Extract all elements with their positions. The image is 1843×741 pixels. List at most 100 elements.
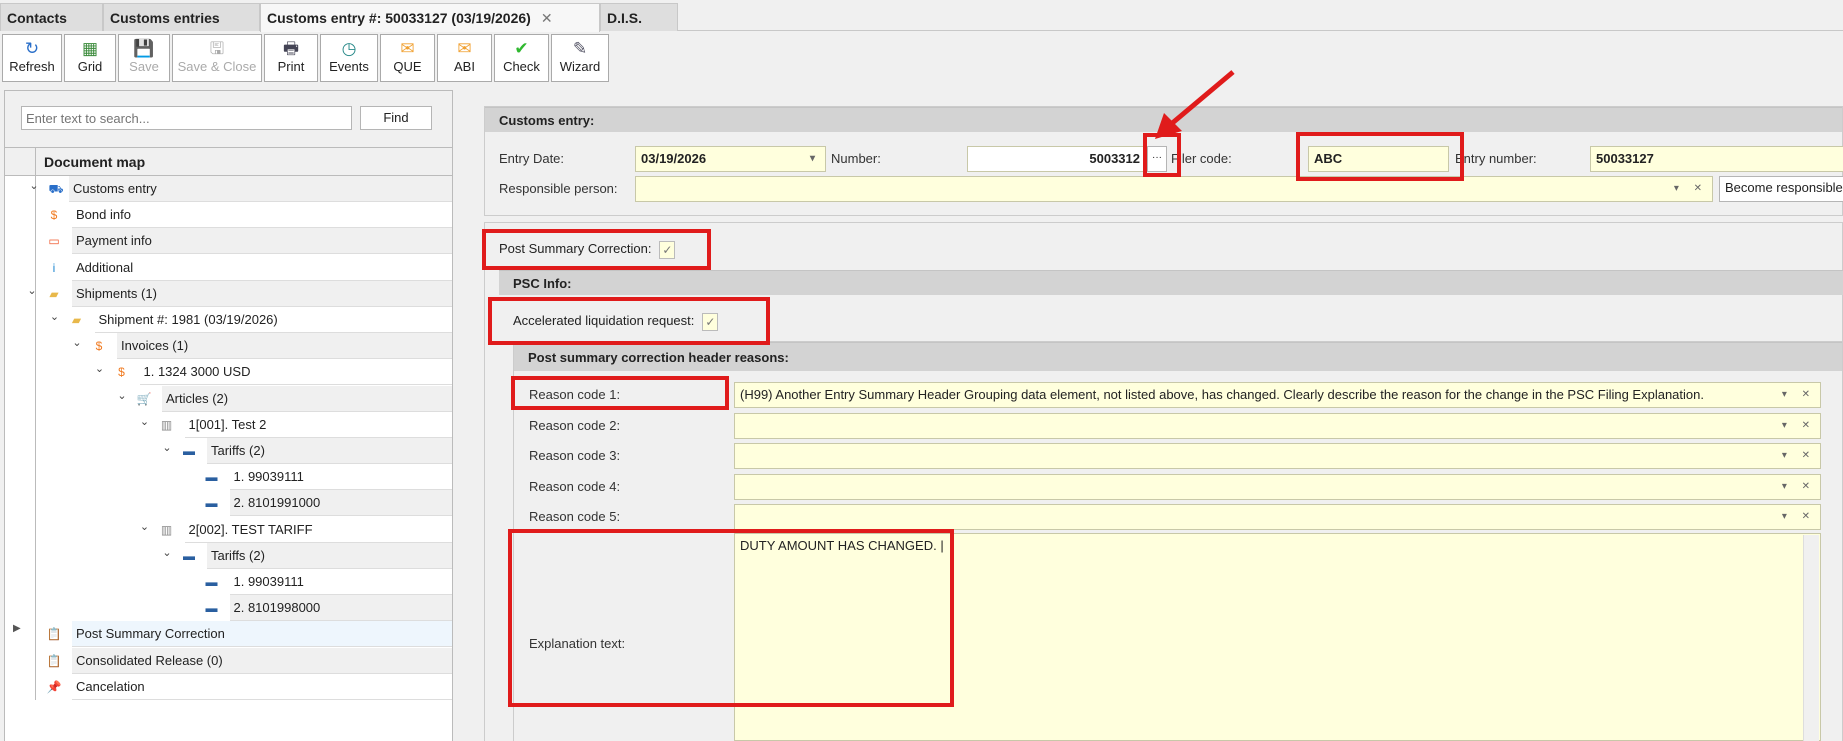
tree-item-icon: ▥	[158, 521, 176, 539]
dropdown-clear-icons[interactable]: ▾ ✕	[1782, 383, 1816, 407]
entry-date-value: 03/19/2026	[641, 151, 706, 166]
tree-item-label: Articles (2)	[162, 386, 452, 412]
check-button[interactable]: ✔Check	[494, 34, 549, 82]
responsible-person-label: Responsible person:	[499, 176, 618, 202]
reason-code-field[interactable]: (H99) Another Entry Summary Header Group…	[734, 382, 1821, 408]
tree-item-label: 2. 8101991000	[230, 490, 453, 516]
tree-item[interactable]: 📌Cancelation	[35, 674, 452, 700]
reason-code-label: Reason code 4:	[529, 474, 620, 500]
chevron-down-icon[interactable]: ⌄	[138, 415, 152, 428]
chevron-down-icon[interactable]: ⌄	[93, 362, 107, 375]
save-icon: 💾	[119, 39, 169, 59]
chevron-down-icon[interactable]: ⌄	[115, 389, 129, 402]
tab-contacts[interactable]: Contacts	[0, 3, 103, 31]
chevron-down-icon[interactable]: ⌄	[48, 310, 62, 323]
que-button[interactable]: ✉QUE	[380, 34, 435, 82]
chevron-down-icon[interactable]: ⌄	[160, 546, 174, 559]
tree-item[interactable]: $Bond info	[35, 202, 452, 228]
psc-reasons-header: Post summary correction header reasons:	[514, 342, 1842, 371]
tree-item[interactable]: ▬1. 99039111	[35, 569, 452, 595]
explanation-scrollbar[interactable]	[1803, 535, 1819, 741]
events-button[interactable]: ◷Events	[320, 34, 378, 82]
tree-item[interactable]: ▭Payment info	[35, 228, 452, 254]
chevron-down-icon[interactable]: ▾	[810, 147, 821, 171]
tree-item-icon: ▬	[180, 442, 198, 460]
tree-item[interactable]: ▬2. 8101998000	[35, 595, 452, 621]
button-label: Grid	[78, 59, 103, 74]
tree-item-icon: 🛒	[135, 390, 153, 408]
tree-item-icon: 📋	[45, 625, 63, 643]
reason-code-field[interactable]: ▾ ✕	[734, 504, 1821, 530]
abi-button[interactable]: ✉ABI	[437, 34, 492, 82]
reason-code-value: (H99) Another Entry Summary Header Group…	[740, 387, 1704, 402]
tree-item-icon: $	[90, 337, 108, 355]
tree-item-label: Invoices (1)	[117, 333, 452, 359]
dropdown-clear-icons[interactable]: ▾ ✕	[1782, 505, 1816, 529]
button-label: Events	[329, 59, 369, 74]
tree-item[interactable]: iAdditional	[35, 255, 452, 281]
annotation-box	[511, 376, 729, 410]
tree-item[interactable]: ⌄▰Shipments (1)	[35, 281, 452, 307]
tree-item-label: Payment info	[72, 228, 452, 254]
dropdown-clear-icons[interactable]: ▾ ✕	[1782, 444, 1816, 468]
tree-item-label: Bond info	[72, 202, 452, 228]
reason-code-field[interactable]: ▾ ✕	[734, 474, 1821, 500]
chevron-down-icon[interactable]: ⌄	[25, 284, 39, 297]
tree-item[interactable]: ⌄⛟Customs entry	[35, 176, 452, 202]
tab-customs-entries[interactable]: Customs entries	[103, 3, 260, 31]
chevron-down-icon[interactable]: ⌄	[160, 441, 174, 454]
number-field[interactable]: 5003312	[967, 146, 1146, 172]
tab-customs-entry[interactable]: Customs entry #: 50033127 (03/19/2026) ✕	[260, 3, 600, 32]
tab-dis[interactable]: D.I.S.	[600, 3, 678, 31]
tree-item-icon: ▰	[68, 311, 86, 329]
chevron-down-icon[interactable]: ⌄	[27, 179, 41, 192]
dropdown-clear-icons[interactable]: ▾ ✕	[1782, 475, 1816, 499]
grid-button[interactable]: ▦Grid	[64, 34, 116, 82]
tree-item-icon: 📋	[45, 652, 63, 670]
find-button[interactable]: Find	[360, 106, 432, 130]
search-input[interactable]	[21, 106, 352, 130]
save-close-button[interactable]: 🖫Save & Close	[172, 34, 262, 82]
tree-item-icon: ▬	[203, 599, 221, 617]
tree-item[interactable]: ⌄▬Tariffs (2)	[35, 438, 452, 464]
save-close-icon: 🖫	[173, 39, 261, 59]
print-button[interactable]: 🖶Print	[264, 34, 318, 82]
entry-date-label: Entry Date:	[499, 146, 564, 172]
wizard-button[interactable]: ✎Wizard	[551, 34, 609, 82]
tree-item[interactable]: 📋Post Summary Correction	[35, 621, 452, 647]
tree-item-label: 1. 99039111	[230, 464, 453, 490]
tree-item[interactable]: ⌄▬Tariffs (2)	[35, 543, 452, 569]
reason-code-field[interactable]: ▾ ✕	[734, 443, 1821, 469]
close-icon[interactable]: ✕	[541, 10, 553, 26]
tree-item[interactable]: ⌄▥1[001]. Test 2	[35, 412, 452, 438]
entry-number-label: Entry number:	[1455, 146, 1537, 172]
save-button[interactable]: 💾Save	[118, 34, 170, 82]
refresh-button[interactable]: ↻Refresh	[2, 34, 62, 82]
tree-item[interactable]: ⌄▰Shipment #: 1981 (03/19/2026)	[35, 307, 452, 333]
chevron-down-icon[interactable]: ⌄	[138, 520, 152, 533]
tree-item[interactable]: 📋Consolidated Release (0)	[35, 648, 452, 674]
dropdown-clear-icons[interactable]: ▾ ✕	[1782, 414, 1816, 438]
reason-code-field[interactable]: ▾ ✕	[734, 413, 1821, 439]
responsible-person-field[interactable]: ▾ ✕	[635, 176, 1713, 202]
tree-item[interactable]: ⌄$1. 1324 3000 USD	[35, 359, 452, 385]
entry-date-field[interactable]: 03/19/2026 ▾	[635, 146, 826, 172]
tree-item-label: 1. 99039111	[230, 569, 453, 595]
abi-icon: ✉	[438, 39, 491, 59]
button-label: QUE	[393, 59, 421, 74]
tree-item[interactable]: ⌄ $ Invoices (1)	[35, 333, 452, 359]
tree-item-icon: ▥	[158, 416, 176, 434]
tree-item-icon: 📌	[45, 678, 63, 696]
tree-item-icon: ⛟	[47, 180, 65, 198]
tree-item[interactable]: ⌄ 🛒 Articles (2)	[35, 386, 452, 412]
dropdown-clear-icons[interactable]: ▾ ✕	[1674, 177, 1708, 201]
chevron-down-icon[interactable]: ⌄	[70, 336, 84, 349]
tab-label: Customs entry #: 50033127 (03/19/2026)	[267, 10, 531, 26]
tree-item[interactable]: ▬2. 8101991000	[35, 490, 452, 516]
check-icon: ✔	[495, 39, 548, 59]
button-label: Save	[129, 59, 159, 74]
tree-item[interactable]: ⌄▥2[002]. TEST TARIFF	[35, 517, 452, 543]
become-responsible-button[interactable]: Become responsible	[1719, 176, 1843, 202]
entry-number-field[interactable]: 50033127	[1590, 146, 1843, 172]
tree-item[interactable]: ▬1. 99039111	[35, 464, 452, 490]
